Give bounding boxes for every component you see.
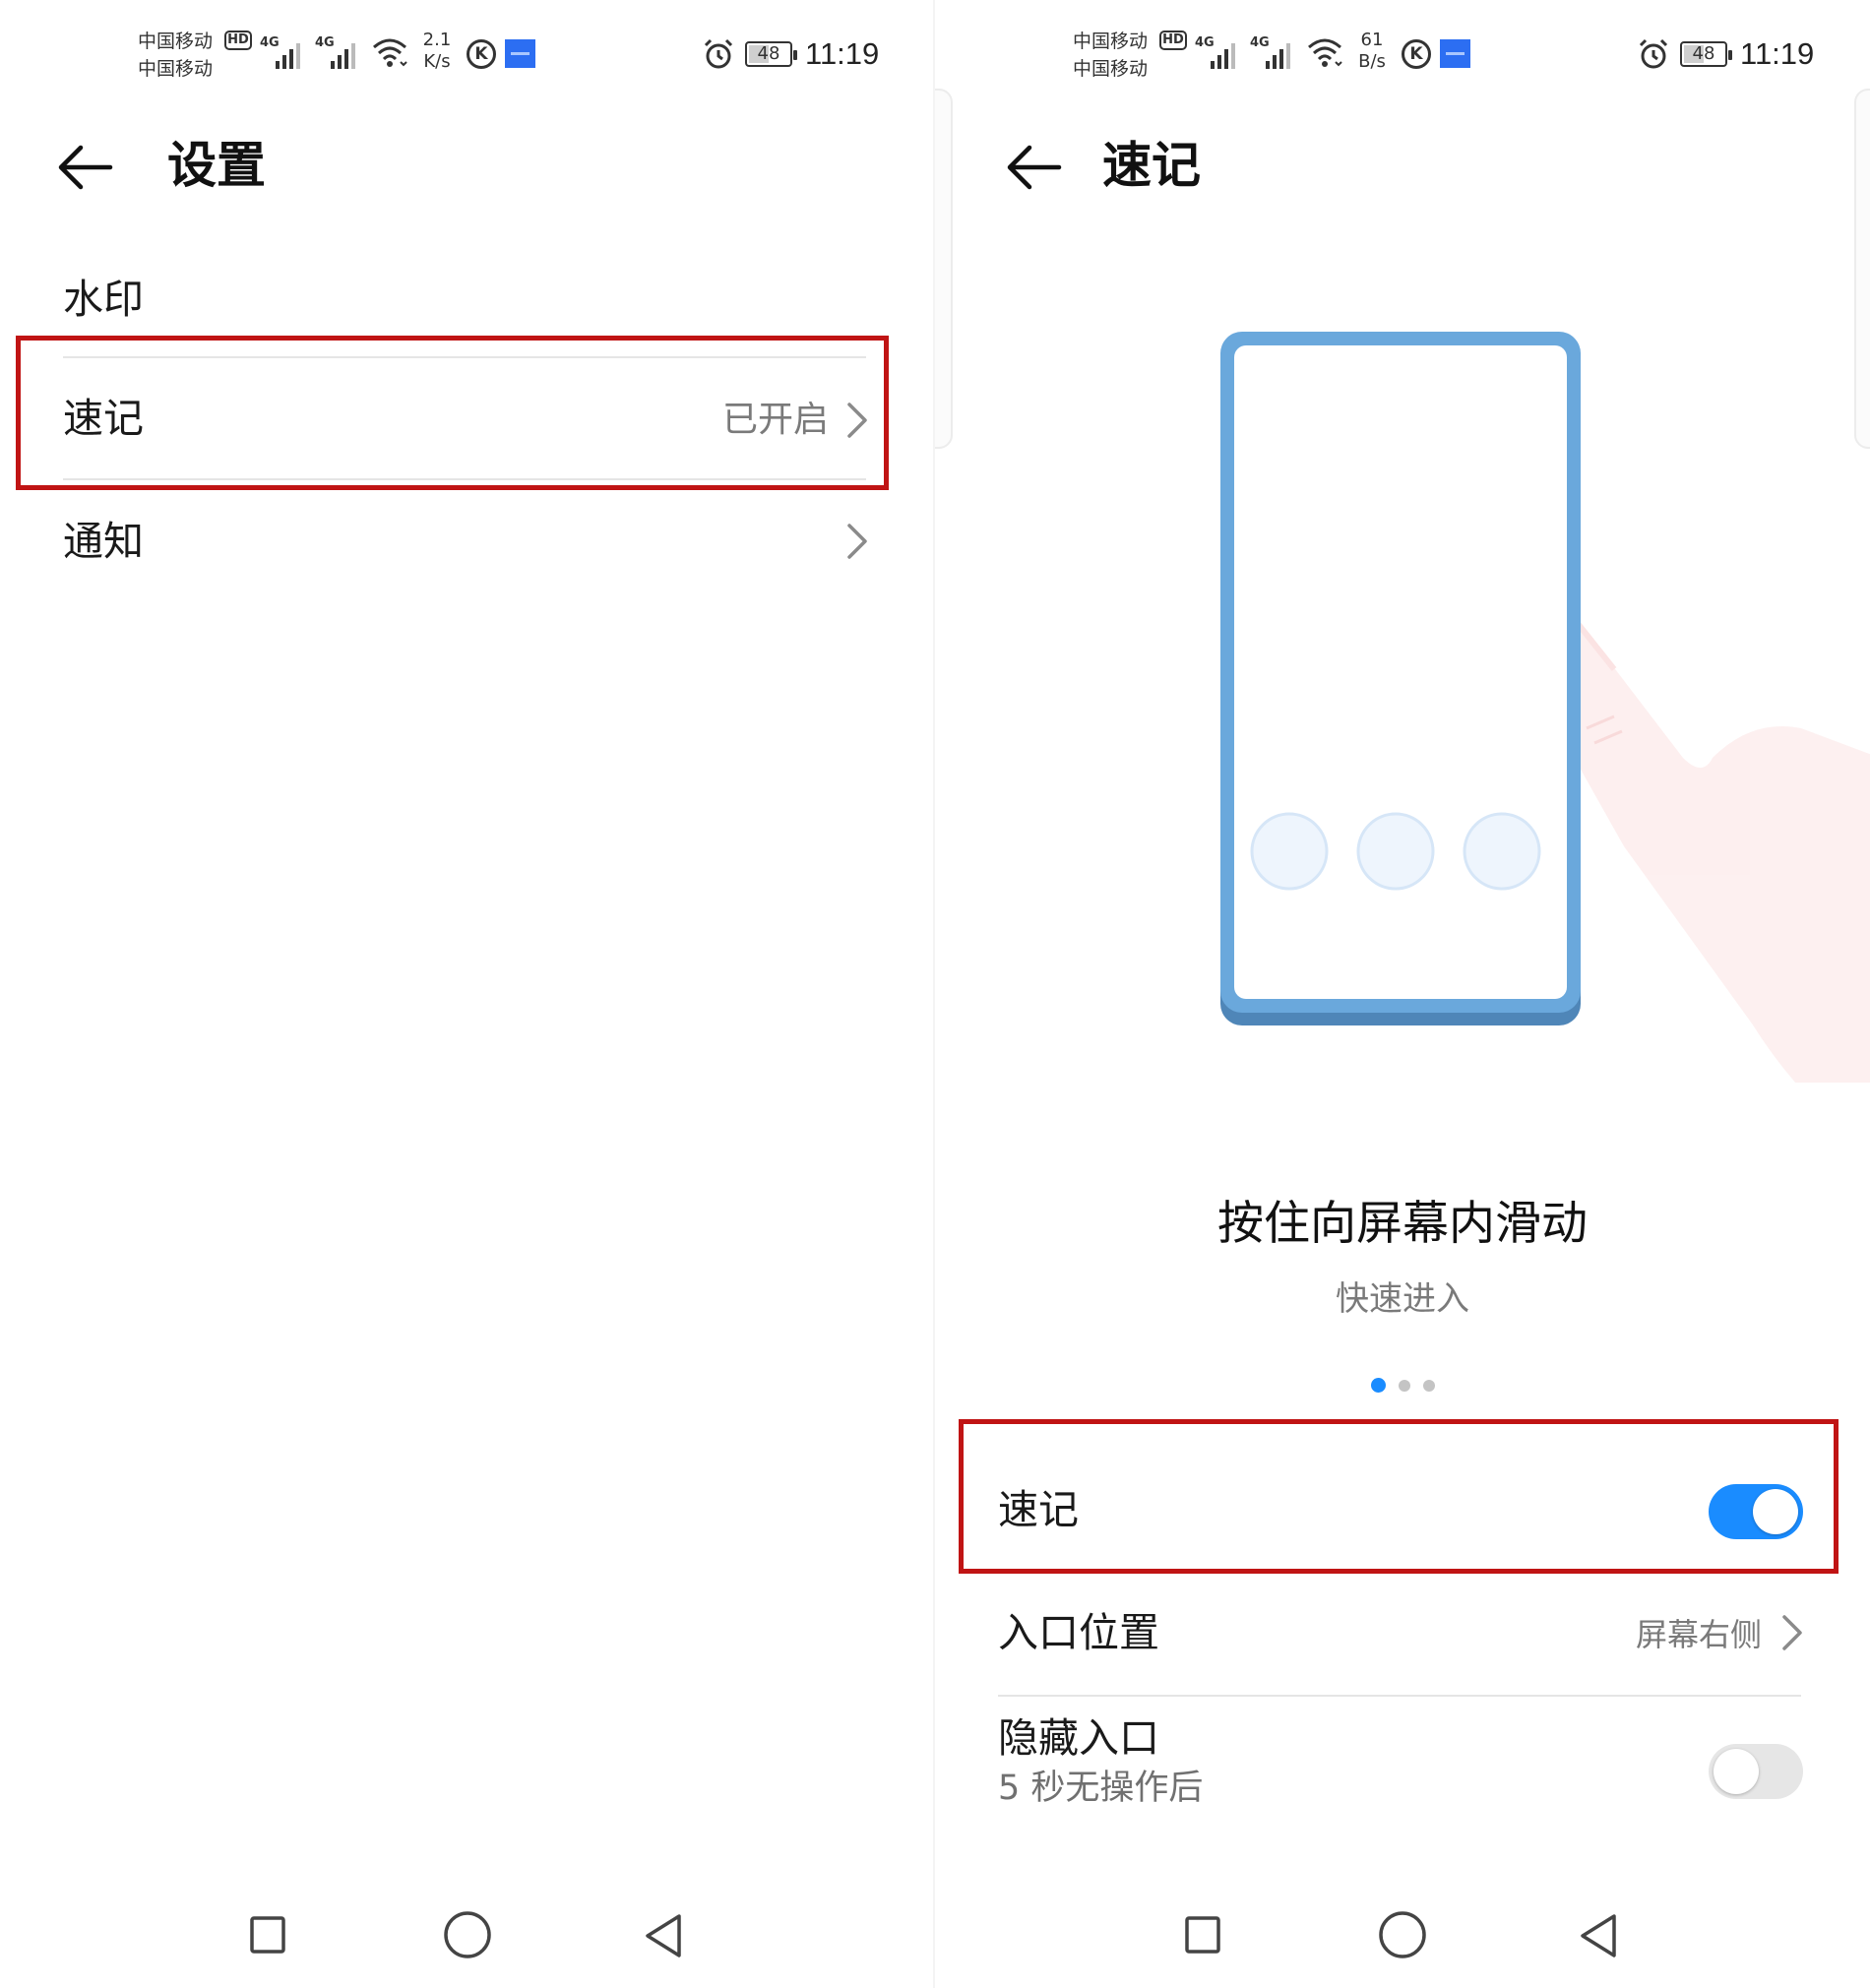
speed-unit: B/s (1358, 51, 1386, 72)
row-divider (998, 1695, 1801, 1697)
hd-voice-icon: HD (1159, 31, 1187, 50)
battery-icon: 48 (745, 41, 797, 67)
k-app-icon: K (467, 39, 496, 69)
page-indicator[interactable] (935, 1376, 1870, 1396)
battery-level: 48 (757, 43, 780, 64)
chevron-right-icon (1782, 1615, 1802, 1650)
app-notification-icon (505, 39, 535, 68)
status-clock: 11:19 (1740, 36, 1815, 71)
gesture-caption-title: 按住向屏幕内滑动 (1217, 1197, 1588, 1251)
battery-level: 48 (1692, 43, 1715, 64)
k-app-icon: K (1402, 39, 1431, 69)
entry-position-row[interactable]: 入口位置 屏幕右侧 (935, 1589, 1870, 1693)
page-dot-active[interactable] (1370, 1378, 1386, 1393)
back-arrow-icon[interactable] (1000, 132, 1071, 203)
home-circle-icon[interactable] (1377, 1909, 1428, 1960)
highlight-annotation-box (16, 336, 889, 490)
status-clock: 11:19 (805, 36, 880, 71)
network-speed: 2.1 K/s (417, 30, 457, 73)
alarm-icon (1639, 38, 1668, 69)
speed-unit: K/s (423, 51, 451, 72)
settings-item-label: 水印 (63, 276, 144, 323)
navigation-bar (935, 1899, 1870, 1972)
chevron-right-icon (847, 524, 867, 559)
app-bar: 设置 (0, 118, 935, 213)
page-dot[interactable] (1398, 1380, 1410, 1392)
cell-signal-icon-2: 4G (1250, 35, 1297, 69)
wifi-icon (373, 38, 407, 67)
gesture-caption-subtitle: 快速进入 (1336, 1279, 1469, 1319)
settings-screen: 中国移动 中国移动 HD 4G 4G 2.1 K/s K 48 11:19 设置… (0, 0, 935, 1988)
carrier-secondary: 中国移动 (138, 58, 214, 80)
highlight-annotation-box (959, 1419, 1839, 1574)
app-bar: 速记 (935, 118, 1870, 213)
cell-signal-icon: 4G (260, 35, 307, 69)
cell-signal-icon: 4G (1195, 35, 1242, 69)
page-title: 速记 (1102, 137, 1201, 194)
battery-icon: 48 (1680, 41, 1732, 67)
recent-apps-square-icon[interactable] (249, 1915, 286, 1955)
floating-dot-1 (1250, 812, 1329, 891)
switch-knob (1714, 1749, 1759, 1794)
speed-value: 2.1 (422, 30, 452, 50)
page-title: 设置 (167, 137, 266, 194)
quick-note-screen: 中国移动 中国移动 HD 4G 4G 61 B/s K 48 11:19 速记 … (935, 0, 1870, 1988)
recent-apps-square-icon[interactable] (1184, 1915, 1221, 1955)
page-dot[interactable] (1422, 1380, 1435, 1392)
hide-entry-switch[interactable] (1709, 1744, 1803, 1799)
carrier-names: 中国移动 中国移动 (138, 28, 213, 83)
floating-dot-2 (1356, 812, 1435, 891)
alarm-icon (704, 38, 733, 69)
settings-item-notification[interactable]: 通知 (0, 482, 935, 600)
status-bar: 中国移动 中国移动 HD 4G 4G 2.1 K/s K 48 11:19 (0, 18, 935, 89)
carrier-primary: 中国移动 (1073, 31, 1149, 52)
entry-position-label: 入口位置 (998, 1609, 1159, 1656)
hide-entry-label: 隐藏入口 (998, 1714, 1159, 1762)
quick-note-gesture-illustration (1220, 332, 1870, 1083)
settings-item-label: 通知 (63, 518, 144, 565)
back-arrow-icon[interactable] (51, 132, 122, 203)
home-circle-icon[interactable] (442, 1909, 493, 1960)
floating-dot-3 (1463, 812, 1541, 891)
navigation-bar (0, 1899, 935, 1972)
hide-entry-sublabel: 5 秒无操作后 (998, 1769, 1204, 1808)
hd-voice-icon: HD (224, 31, 252, 50)
app-notification-icon (1440, 39, 1470, 68)
speed-value: 61 (1360, 30, 1384, 50)
hide-entry-row[interactable]: 隐藏入口 5 秒无操作后 (935, 1701, 1870, 1829)
phone-frame-illustration (1220, 332, 1581, 1025)
carrier-secondary: 中国移动 (1073, 58, 1149, 80)
cell-signal-icon-2: 4G (315, 35, 362, 69)
entry-position-value: 屏幕右侧 (1635, 1616, 1762, 1653)
back-triangle-icon[interactable] (1577, 1911, 1620, 1960)
network-speed: 61 B/s (1352, 30, 1392, 73)
wifi-icon (1308, 38, 1342, 67)
status-bar: 中国移动 中国移动 HD 4G 4G 61 B/s K 48 11:19 (935, 18, 1870, 89)
carrier-names: 中国移动 中国移动 (1073, 28, 1148, 83)
back-triangle-icon[interactable] (642, 1911, 685, 1960)
carrier-primary: 中国移动 (138, 31, 214, 52)
